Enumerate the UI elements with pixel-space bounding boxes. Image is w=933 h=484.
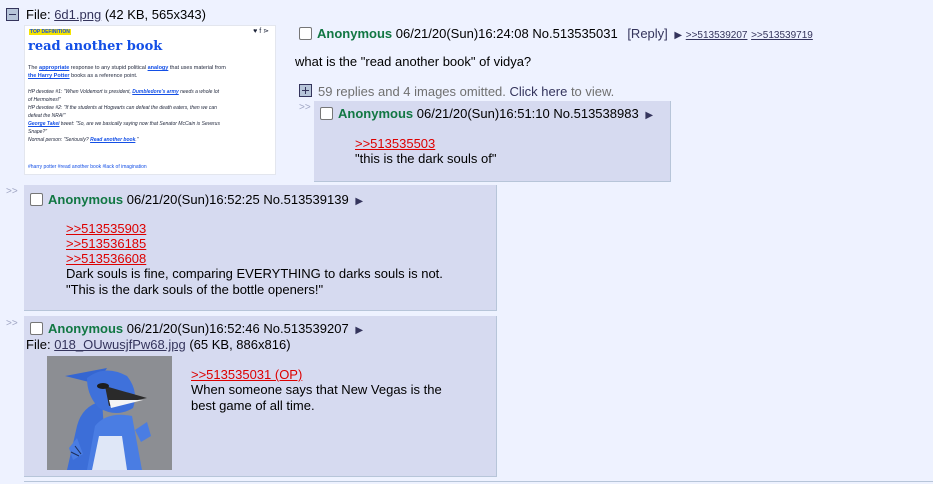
reply-post: Anonymous 06/21/20(Sun)16:51:10 No.51353… [314, 101, 671, 182]
omitted-suffix: to view. [570, 84, 615, 99]
thread-divider [24, 481, 933, 482]
example-text: of Hermoines!" [28, 97, 61, 103]
example-link: George Takei [28, 121, 60, 127]
op-poster-name: Anonymous [317, 26, 393, 41]
share-icons: ♥ f ⋗ [253, 28, 269, 35]
op-datetime: 06/21/20(Sun)16:24:08 [395, 26, 529, 41]
definition-link: the Harry Potter [28, 73, 70, 79]
reply-datetime: 06/21/20(Sun)16:51:10 [416, 106, 550, 121]
reply-sideline: >> [6, 186, 18, 197]
example-text: needs a whole lot [178, 89, 220, 95]
op-select-checkbox[interactable] [299, 27, 312, 40]
reply-file-info: File: 018_OUwusjfPw68.jpg (65 KB, 886x81… [26, 337, 291, 352]
file-label: File: [26, 337, 51, 352]
example-text: tweet: "So, are we basically saying now … [59, 121, 220, 127]
reply-message-line: "This is the dark souls of the bottle op… [66, 282, 324, 297]
reply-poster-name: Anonymous [48, 192, 124, 207]
op-message: what is the "read another book" of vidya… [295, 54, 532, 69]
reply-file-meta: (65 KB, 886x816) [189, 337, 291, 352]
op-backlink[interactable]: >>513539719 [751, 30, 813, 41]
reply-post-number[interactable]: No.513539139 [263, 192, 348, 207]
omitted-notice: 59 replies and 4 images omitted. Click h… [318, 84, 614, 99]
definition-example: HP devotee #1: "When Voldemort is presid… [28, 88, 274, 144]
quote-link[interactable]: >>513535503 [355, 136, 496, 151]
reply-message: >>513535903 >>513536185 >>513536608 Dark… [66, 221, 443, 298]
reply-menu-arrow-icon[interactable]: ▶ [355, 196, 363, 207]
op-menu-arrow-icon[interactable]: ▶ [674, 30, 682, 41]
reply-sideline: >> [6, 318, 18, 329]
op-post-number[interactable]: No.513535031 [532, 26, 617, 41]
example-text: HP devotee #1: "When Voldemort is presid… [28, 89, 133, 95]
top-definition-badge: TOP DEFINITION [29, 29, 71, 35]
reply-message: >>513535503 "this is the dark souls of" [355, 136, 496, 167]
omitted-count: 59 replies and 4 images omitted. [318, 84, 506, 99]
reply-post: Anonymous 06/21/20(Sun)16:52:25 No.51353… [24, 185, 497, 311]
definition-tags: #harry potter #read another book #lack o… [28, 164, 147, 170]
reply-sideline: >> [299, 102, 311, 113]
example-text: Normal person: "Seriously? [28, 137, 91, 143]
definition-text-part: books as a reference point. [69, 73, 138, 79]
definition-text: The appropriate response to any stupid p… [28, 64, 272, 80]
op-file-meta: (42 KB, 565x343) [104, 7, 206, 22]
op-reply-link[interactable]: [Reply] [627, 26, 667, 41]
expand-thread-link[interactable]: Click here [510, 84, 568, 99]
definition-link: appropriate [39, 65, 70, 71]
definition-text-part: that uses material from [168, 65, 226, 71]
reply-select-checkbox[interactable] [30, 322, 43, 335]
example-text: defeat the NRA!" [28, 113, 66, 119]
op-file-info: File: 6d1.png (42 KB, 565x343) [26, 7, 206, 22]
reply-datetime: 06/21/20(Sun)16:52:46 [126, 321, 260, 336]
definition-link: analogy [147, 65, 169, 71]
reply-post-number[interactable]: No.513539207 [263, 321, 348, 336]
reply-file-link[interactable]: 018_OUwusjfPw68.jpg [54, 337, 186, 352]
reply-select-checkbox[interactable] [320, 107, 333, 120]
reply-message-line: Dark souls is fine, comparing EVERYTHING… [66, 266, 443, 281]
reply-menu-arrow-icon[interactable]: ▶ [645, 110, 653, 121]
example-link: Dumbledore's army [132, 89, 179, 95]
expand-thread-icon[interactable] [299, 84, 312, 97]
op-thumbnail[interactable]: TOP DEFINITION ♥ f ⋗ read another book T… [24, 25, 276, 175]
op-backlink[interactable]: >>513539207 [686, 30, 748, 41]
file-label: File: [26, 7, 51, 22]
quote-link[interactable]: >>513535903 [66, 221, 443, 236]
definition-text-part: The [28, 65, 40, 71]
hide-thread-icon[interactable] [6, 8, 19, 21]
reply-select-checkbox[interactable] [30, 193, 43, 206]
definition-text-part: response to any stupid political [69, 65, 148, 71]
quote-link[interactable]: >>513536185 [66, 236, 443, 251]
quote-link[interactable]: >>513536608 [66, 251, 443, 266]
reply-message: >>513535031 (OP) When someone says that … [191, 367, 442, 414]
reply-poster-name: Anonymous [48, 321, 124, 336]
example-text: ." [135, 137, 139, 143]
reply-message-line: best game of all time. [191, 398, 315, 413]
reply-message-line: When someone says that New Vegas is the [191, 382, 442, 397]
bird-character-icon [47, 356, 172, 470]
reply-post-info: Anonymous 06/21/20(Sun)16:52:25 No.51353… [30, 192, 363, 207]
reply-datetime: 06/21/20(Sun)16:52:25 [126, 192, 260, 207]
example-text: HP devotee #2: "If the students at Hogwa… [28, 105, 217, 111]
reply-post-number[interactable]: No.513538983 [553, 106, 638, 121]
quote-link-op[interactable]: >>513535031 (OP) [191, 367, 442, 382]
reply-menu-arrow-icon[interactable]: ▶ [355, 325, 363, 336]
example-link: Read another book [90, 137, 136, 143]
reply-thumbnail[interactable] [47, 356, 172, 470]
reply-post-info: Anonymous 06/21/20(Sun)16:52:46 No.51353… [30, 321, 363, 336]
reply-post-info: Anonymous 06/21/20(Sun)16:51:10 No.51353… [320, 106, 653, 121]
reply-message-line: "this is the dark souls of" [355, 151, 497, 166]
reply-poster-name: Anonymous [338, 106, 414, 121]
reply-post: Anonymous 06/21/20(Sun)16:52:46 No.51353… [24, 316, 497, 477]
example-text: Snape?" [28, 129, 48, 135]
op-post-info: Anonymous 06/21/20(Sun)16:24:08 No.51353… [299, 26, 813, 41]
definition-title: read another book [28, 39, 163, 54]
op-file-link[interactable]: 6d1.png [54, 7, 101, 22]
